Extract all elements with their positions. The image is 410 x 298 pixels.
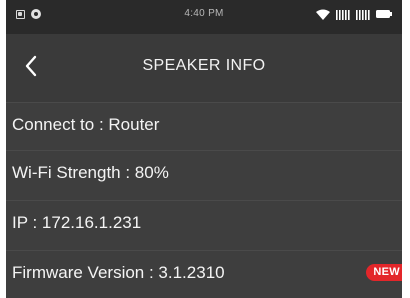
status-bar: 4:40 PM bbox=[6, 0, 402, 34]
status-right bbox=[316, 7, 392, 21]
signal-icon bbox=[356, 9, 370, 20]
page-title: SPEAKER INFO bbox=[142, 57, 266, 74]
speaker-info-screen: 4:40 PM SPEAKER INFO Connect to: Router… bbox=[6, 0, 402, 298]
wifi-icon bbox=[316, 9, 330, 20]
wifi-strength-label: Wi-Fi Strength : 80% bbox=[12, 163, 169, 182]
firmware-version-label: Firmware Version : 3.1.2310 bbox=[12, 263, 225, 282]
connect-to-label: Connect to : Router bbox=[12, 115, 160, 134]
battery-icon bbox=[376, 10, 392, 18]
wifi-strength-row: Wi-Fi Strength : 80% bbox=[6, 150, 402, 195]
connect-to-row: Connect to : Router bbox=[6, 102, 402, 147]
ip-row: IP : 172.16.1.231 bbox=[6, 200, 402, 245]
ip-label: IP : 172.16.1.231 bbox=[12, 213, 142, 232]
firmware-version-row[interactable]: Firmware Version : 3.1.2310 NEW bbox=[6, 250, 402, 295]
title-bar: SPEAKER INFO bbox=[6, 34, 402, 102]
signal-icon bbox=[336, 9, 350, 20]
new-badge: NEW bbox=[366, 264, 402, 281]
